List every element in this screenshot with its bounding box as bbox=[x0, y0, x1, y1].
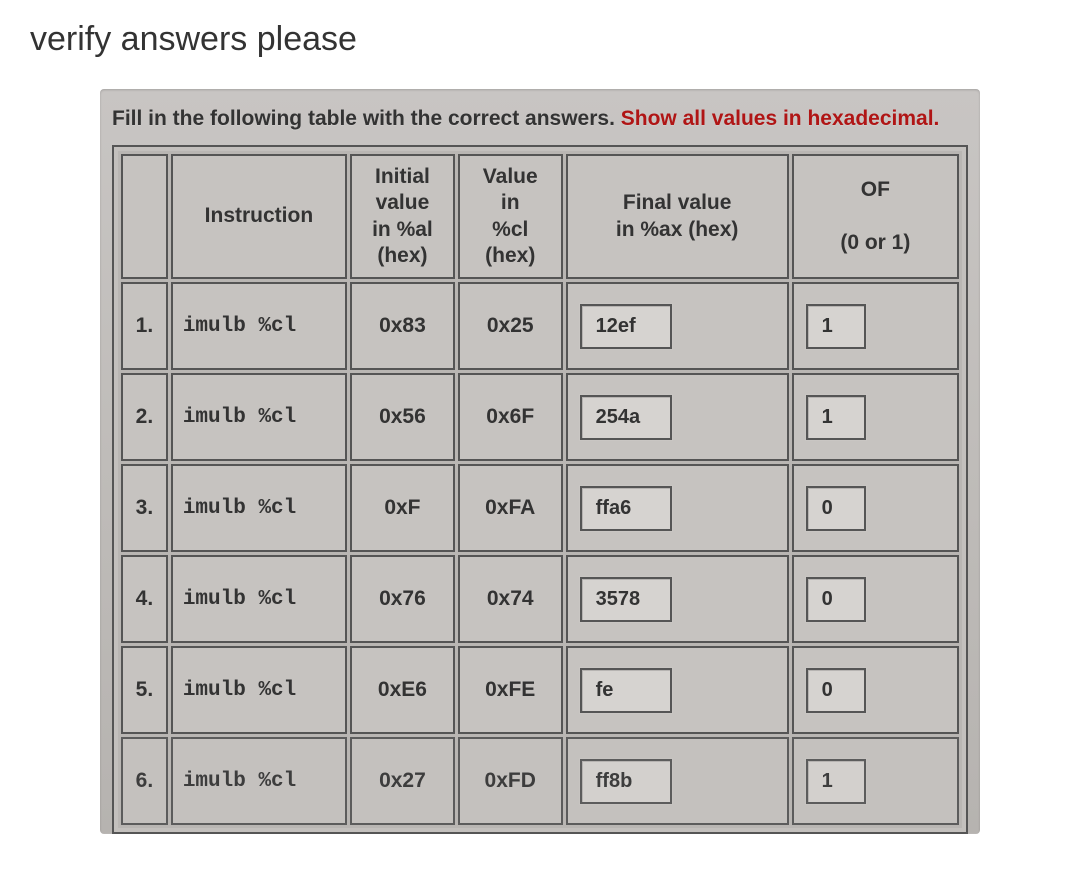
row-cl: 0x74 bbox=[458, 555, 563, 643]
row-instr: imulb %cl bbox=[171, 737, 347, 825]
final-answer-input[interactable]: 12ef bbox=[580, 304, 672, 349]
row-al: 0x83 bbox=[350, 282, 455, 370]
row-instr: imulb %cl bbox=[171, 555, 347, 643]
row-num: 3. bbox=[121, 464, 168, 552]
instruction-prefix: Fill in the following table with the cor… bbox=[112, 107, 621, 130]
row-cl: 0x25 bbox=[458, 282, 563, 370]
header-of: OF(0 or 1) bbox=[792, 154, 959, 279]
header-final: Final valuein %ax (hex) bbox=[566, 154, 789, 279]
table-row: 2. imulb %cl 0x56 0x6F 254a 1 bbox=[121, 373, 959, 461]
row-al: 0xF bbox=[350, 464, 455, 552]
row-num: 2. bbox=[121, 373, 168, 461]
page-title: verify answers please bbox=[0, 0, 1080, 89]
table-row: 1. imulb %cl 0x83 0x25 12ef 1 bbox=[121, 282, 959, 370]
of-answer-input[interactable]: 0 bbox=[806, 577, 866, 622]
row-instr: imulb %cl bbox=[171, 373, 347, 461]
header-row: Instruction Initialvaluein %al(hex) Valu… bbox=[121, 154, 959, 279]
table-row: 6. imulb %cl 0x27 0xFD ff8b 1 bbox=[121, 737, 959, 825]
row-instr: imulb %cl bbox=[171, 282, 347, 370]
row-cl: 0xFD bbox=[458, 737, 563, 825]
table-row: 4. imulb %cl 0x76 0x74 3578 0 bbox=[121, 555, 959, 643]
of-answer-input[interactable]: 0 bbox=[806, 486, 866, 531]
row-num: 5. bbox=[121, 646, 168, 734]
exercise-panel: Fill in the following table with the cor… bbox=[100, 89, 980, 834]
final-answer-input[interactable]: ff8b bbox=[580, 759, 672, 804]
final-answer-input[interactable]: ffa6 bbox=[580, 486, 672, 531]
row-al: 0xE6 bbox=[350, 646, 455, 734]
header-al: Initialvaluein %al(hex) bbox=[350, 154, 455, 279]
table-row: 3. imulb %cl 0xF 0xFA ffa6 0 bbox=[121, 464, 959, 552]
row-instr: imulb %cl bbox=[171, 646, 347, 734]
row-num: 4. bbox=[121, 555, 168, 643]
of-answer-input[interactable]: 1 bbox=[806, 395, 866, 440]
final-answer-input[interactable]: 254a bbox=[580, 395, 672, 440]
row-cl: 0xFA bbox=[458, 464, 563, 552]
row-cl: 0x6F bbox=[458, 373, 563, 461]
row-al: 0x76 bbox=[350, 555, 455, 643]
of-answer-input[interactable]: 1 bbox=[806, 304, 866, 349]
instruction-text: Fill in the following table with the cor… bbox=[112, 107, 968, 131]
row-num: 6. bbox=[121, 737, 168, 825]
instruction-highlight: Show all values in hexadecimal. bbox=[621, 107, 940, 130]
of-answer-input[interactable]: 1 bbox=[806, 759, 866, 804]
final-answer-input[interactable]: fe bbox=[580, 668, 672, 713]
header-num bbox=[121, 154, 168, 279]
row-instr: imulb %cl bbox=[171, 464, 347, 552]
header-cl: Valuein%cl(hex) bbox=[458, 154, 563, 279]
row-num: 1. bbox=[121, 282, 168, 370]
table-border: Instruction Initialvaluein %al(hex) Valu… bbox=[112, 145, 968, 834]
row-al: 0x56 bbox=[350, 373, 455, 461]
final-answer-input[interactable]: 3578 bbox=[580, 577, 672, 622]
row-cl: 0xFE bbox=[458, 646, 563, 734]
answers-table: Instruction Initialvaluein %al(hex) Valu… bbox=[118, 151, 962, 828]
header-instruction: Instruction bbox=[171, 154, 347, 279]
table-row: 5. imulb %cl 0xE6 0xFE fe 0 bbox=[121, 646, 959, 734]
of-answer-input[interactable]: 0 bbox=[806, 668, 866, 713]
row-al: 0x27 bbox=[350, 737, 455, 825]
